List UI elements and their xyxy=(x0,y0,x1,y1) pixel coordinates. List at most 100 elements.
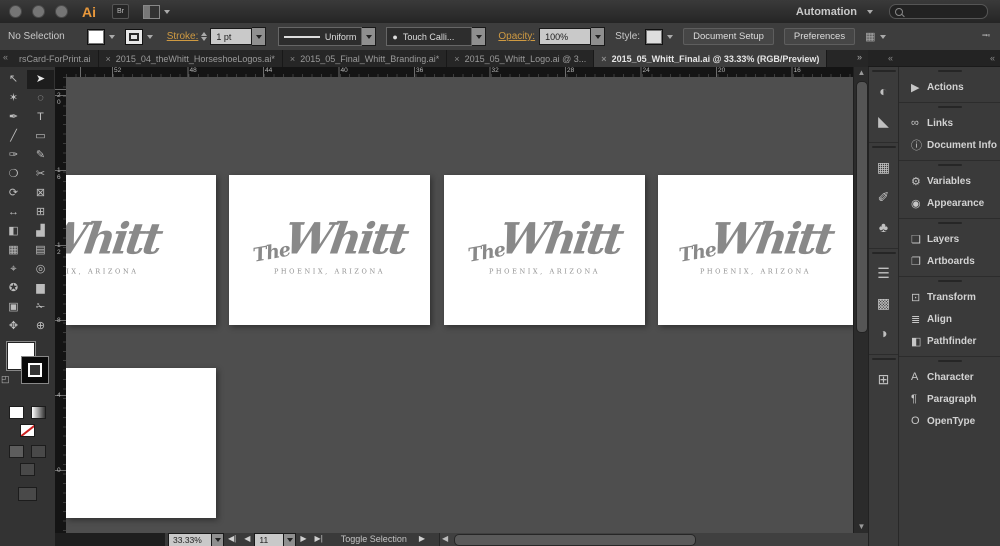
group-grip-handle[interactable] xyxy=(871,146,896,148)
selection-tool[interactable]: ↖ xyxy=(0,70,27,89)
direct-selection-tool[interactable]: ➤ xyxy=(27,70,54,89)
next-artboard-button[interactable]: ▶ xyxy=(300,534,306,543)
close-tab-icon[interactable]: × xyxy=(454,54,459,64)
horizontal-ruler[interactable]: 52 48 44 40 36 32 28 24 20 16 xyxy=(66,67,853,77)
window-minimize-button[interactable] xyxy=(32,5,45,18)
symbol-sprayer-tool[interactable]: ✪ xyxy=(0,279,27,298)
width-tool[interactable]: ↔ xyxy=(0,203,27,222)
blend-tool[interactable]: ◎ xyxy=(27,260,54,279)
draw-inside-button[interactable] xyxy=(20,463,35,476)
artboard[interactable]: TheWhittPHOENIX, ARIZONA xyxy=(229,175,430,325)
group-grip-handle[interactable] xyxy=(871,252,896,254)
brushes-panel-icon[interactable]: ✐ xyxy=(869,182,898,212)
color-guide-panel-icon[interactable]: ◣ xyxy=(869,106,898,136)
draw-behind-button[interactable] xyxy=(30,445,46,458)
stroke-swatch[interactable] xyxy=(124,28,143,45)
stroke-panel-icon[interactable]: ☰ xyxy=(869,258,898,288)
rectangle-tool[interactable]: ▭ xyxy=(27,127,54,146)
scroll-down-icon[interactable]: ▼ xyxy=(854,521,869,533)
artboard-number-field[interactable]: 11 xyxy=(254,533,285,546)
group-grip-handle[interactable] xyxy=(871,358,896,360)
panel-tab-layers[interactable]: ❏ Layers xyxy=(899,228,1000,250)
screen-mode-button[interactable] xyxy=(18,487,37,501)
paintbrush-tool[interactable]: ✑ xyxy=(0,146,27,165)
icon-strip-header[interactable]: « xyxy=(868,50,898,67)
brush-definition-caret[interactable] xyxy=(472,27,487,46)
rotate-tool[interactable]: ⟳ xyxy=(0,184,27,203)
none-button[interactable] xyxy=(20,424,35,438)
group-grip-handle[interactable] xyxy=(937,106,962,108)
style-swatch[interactable] xyxy=(645,28,664,45)
previous-artboard-button[interactable]: ◀ xyxy=(244,534,250,543)
scroll-up-icon[interactable]: ▲ xyxy=(854,67,869,79)
collapse-control-panel-icon[interactable]: ⭲︎ xyxy=(982,27,990,46)
opacity-field[interactable]: 100% xyxy=(539,28,592,45)
horizontal-scrollbar-thumb[interactable] xyxy=(453,534,696,546)
status-display-caret[interactable]: ▶ xyxy=(419,534,425,543)
symbols-panel-icon[interactable]: ♣ xyxy=(869,212,898,242)
document-tab[interactable]: × 2015_05_Final_Whitt_Branding.ai* xyxy=(282,50,448,67)
chevron-down-icon[interactable] xyxy=(667,34,674,39)
swatches-panel-icon[interactable]: ▦ xyxy=(869,152,898,182)
stroke-weight-stepper[interactable] xyxy=(201,32,208,41)
window-zoom-button[interactable] xyxy=(55,5,68,18)
color-button[interactable] xyxy=(9,406,25,420)
line-segment-tool[interactable]: ╱ xyxy=(0,127,27,146)
default-fill-stroke-icon[interactable]: ◰ xyxy=(1,374,10,385)
panel-tab-actions[interactable]: ▶ Actions xyxy=(899,76,1000,98)
transparency-panel-icon[interactable]: ◑ xyxy=(869,318,898,348)
opacity-caret[interactable] xyxy=(591,27,606,46)
group-grip-handle[interactable] xyxy=(937,70,962,72)
close-tab-icon[interactable]: × xyxy=(601,54,606,64)
pencil-tool[interactable]: ✎ xyxy=(27,146,54,165)
panel-tab-paragraph[interactable]: ¶ Paragraph xyxy=(899,388,1000,410)
gradient-button[interactable] xyxy=(30,406,46,420)
eyedropper-tool[interactable]: ⌖ xyxy=(0,260,27,279)
vertical-ruler[interactable]: 2 0 1 6 1 2 8 4 0 xyxy=(55,77,66,533)
gradient-panel-icon[interactable]: ▩ xyxy=(869,288,898,318)
fill-swatch[interactable] xyxy=(86,28,105,45)
pen-tool[interactable]: ✒ xyxy=(0,108,27,127)
document-tab[interactable]: rsCard-ForPrint.ai xyxy=(12,50,99,67)
scroll-left-icon[interactable]: ◀ xyxy=(442,533,448,545)
chevron-down-icon[interactable] xyxy=(108,34,115,39)
canvas[interactable]: TheWhittPHOENIX, ARIZONATheWhittPHOENIX,… xyxy=(66,77,853,533)
tab-collapse-icon[interactable]: « xyxy=(0,50,12,67)
mesh-tool[interactable]: ▦ xyxy=(0,241,27,260)
column-graph-tool[interactable]: ▆ xyxy=(27,279,54,298)
search-input[interactable] xyxy=(889,4,988,19)
artboard-number-dropdown[interactable] xyxy=(284,533,297,546)
last-artboard-button[interactable]: ▶| xyxy=(315,534,323,543)
magic-wand-tool[interactable]: ✶ xyxy=(0,89,27,108)
panel-tab-document-info[interactable]: ⓘ Document Info xyxy=(899,134,1000,156)
group-grip-handle[interactable] xyxy=(937,280,962,282)
group-grip-handle[interactable] xyxy=(937,222,962,224)
panel-dock-header[interactable]: « xyxy=(898,50,1000,67)
bridge-icon[interactable]: Br xyxy=(112,4,129,19)
artboard[interactable]: TheWhittPHOENIX, ARIZONA xyxy=(66,175,216,325)
color-panel-icon[interactable]: ◐ xyxy=(869,76,898,106)
document-tab[interactable]: × 2015_05_Whitt_Logo.ai @ 3... xyxy=(447,50,595,67)
panel-tab-align[interactable]: ≣ Align xyxy=(899,308,1000,330)
variable-width-dropdown[interactable]: Uniform xyxy=(278,27,363,46)
panel-tab-character[interactable]: A Character xyxy=(899,366,1000,388)
preferences-button[interactable]: Preferences xyxy=(783,28,856,45)
close-tab-icon[interactable]: × xyxy=(290,54,295,64)
shaper-tool[interactable]: ❍ xyxy=(0,165,27,184)
panel-tab-appearance[interactable]: ◉ Appearance xyxy=(899,192,1000,214)
opacity-link[interactable]: Opacity: xyxy=(498,31,535,42)
navigator-panel-icon[interactable]: ⊞ xyxy=(869,364,898,394)
group-grip-handle[interactable] xyxy=(937,360,962,362)
zoom-level-field[interactable]: 33.33% xyxy=(168,533,212,546)
brush-definition-dropdown[interactable]: ● Touch Calli... xyxy=(386,27,473,46)
panel-tab-variables[interactable]: ⚙ Variables xyxy=(899,170,1000,192)
shape-builder-tool[interactable]: ◧ xyxy=(0,222,27,241)
horizontal-scrollbar[interactable]: ◀ xyxy=(438,533,868,546)
lasso-tool[interactable]: ◌ xyxy=(27,89,54,108)
artboard[interactable]: TheWhittPHOENIX, ARIZONA xyxy=(444,175,645,325)
window-close-button[interactable] xyxy=(9,5,22,18)
first-artboard-button[interactable]: ◀| xyxy=(228,534,236,543)
zoom-level-dropdown[interactable] xyxy=(212,533,224,546)
chevron-down-icon[interactable] xyxy=(879,34,886,39)
close-tab-icon[interactable]: × xyxy=(106,54,111,64)
